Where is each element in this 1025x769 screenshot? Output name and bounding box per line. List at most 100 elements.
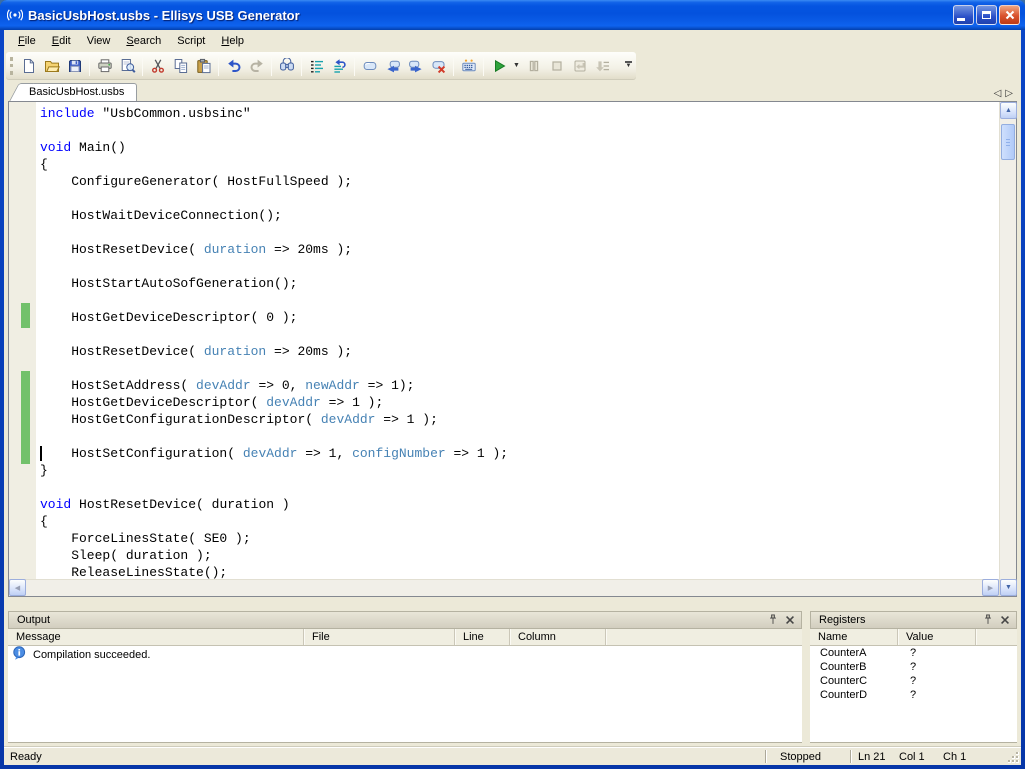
toolbar-separator (301, 56, 302, 76)
registers-list[interactable]: CounterA?CounterB?CounterC?CounterD? (810, 646, 1017, 743)
vertical-scroll-thumb[interactable] (1001, 124, 1015, 160)
register-row[interactable]: CounterD? (810, 688, 1017, 702)
code-line[interactable]: ReleaseLinesState(); (40, 564, 999, 579)
scroll-right-button[interactable]: ▶ (982, 579, 999, 596)
code-line[interactable]: { (40, 156, 999, 173)
code-line[interactable] (40, 360, 999, 377)
line-numbers-button[interactable] (305, 55, 328, 77)
code-line[interactable]: HostGetDeviceDescriptor( 0 ); (40, 309, 999, 326)
code-line[interactable] (40, 122, 999, 139)
tab-scroll-right-icon[interactable]: ▷ (1005, 88, 1017, 99)
code-line[interactable] (40, 479, 999, 496)
code-line[interactable]: HostSetAddress( devAddr => 0, newAddr =>… (40, 377, 999, 394)
code-line[interactable] (40, 326, 999, 343)
copy-button[interactable] (169, 55, 192, 77)
code-line[interactable]: HostWaitDeviceConnection(); (40, 207, 999, 224)
code-line[interactable]: HostGetConfigurationDescriptor( devAddr … (40, 411, 999, 428)
toolbar-grip[interactable] (10, 57, 13, 75)
output-pin-button[interactable] (765, 613, 780, 627)
menu-help[interactable]: Help (213, 32, 252, 50)
resize-grip[interactable] (1007, 751, 1019, 763)
code-line[interactable]: HostSetConfiguration( devAddr => 1, conf… (40, 445, 999, 462)
run-button[interactable] (487, 55, 510, 77)
code-line[interactable]: Sleep( duration ); (40, 547, 999, 564)
code-line[interactable]: HostResetDevice( duration => 20ms ); (40, 343, 999, 360)
code-line[interactable]: void HostResetDevice( duration ) (40, 496, 999, 513)
code-area[interactable]: include "UsbCommon.usbsinc" void Main(){… (9, 102, 999, 579)
output-close-button[interactable] (782, 613, 797, 627)
bookmark-clear-button[interactable] (427, 55, 450, 77)
parameter-token: devAddr (266, 395, 321, 410)
parameter-token: devAddr (196, 378, 251, 393)
scroll-up-button[interactable]: ▲ (1000, 102, 1017, 119)
toolbar-overflow-button[interactable]: ▼ (622, 55, 635, 74)
code-line[interactable]: HostStartAutoSofGeneration(); (40, 275, 999, 292)
tab-scroll-left-icon[interactable]: ◁ (994, 88, 1006, 99)
menu-script[interactable]: Script (169, 32, 213, 50)
vertical-scrollbar[interactable]: ▲ ▼ (999, 102, 1016, 596)
register-row[interactable]: CounterA? (810, 646, 1017, 660)
registers-pin-button[interactable] (980, 613, 995, 627)
bookmark-prev-button[interactable] (381, 55, 404, 77)
scroll-left-button[interactable]: ◀ (9, 579, 26, 596)
code-line[interactable] (40, 258, 999, 275)
pin-icon (766, 613, 780, 627)
output-row[interactable]: Compilation succeeded. (8, 646, 802, 662)
code-text: => 1); (360, 378, 415, 393)
register-row[interactable]: CounterC? (810, 674, 1017, 688)
code-line[interactable]: ForceLinesState( SE0 ); (40, 530, 999, 547)
code-line[interactable]: void Main() (40, 139, 999, 156)
new-file-button[interactable] (17, 55, 40, 77)
code-line[interactable]: ConfigureGenerator( HostFullSpeed ); (40, 173, 999, 190)
menu-search[interactable]: Search (118, 32, 169, 50)
menu-view[interactable]: View (79, 32, 119, 50)
minimize-button[interactable] (953, 5, 974, 25)
print-preview-button[interactable] (116, 55, 139, 77)
run-dropdown-arrow-icon[interactable]: ▼ (511, 62, 522, 69)
output-column-column[interactable]: Column (510, 629, 606, 645)
menu-edit[interactable]: Edit (44, 32, 79, 50)
open-file-button[interactable] (40, 55, 63, 77)
cut-button[interactable] (146, 55, 169, 77)
maximize-button[interactable] (976, 5, 997, 25)
register-row[interactable]: CounterB? (810, 660, 1017, 674)
close-button[interactable] (999, 5, 1020, 25)
registers-close-button[interactable] (997, 613, 1012, 627)
print-button[interactable] (93, 55, 116, 77)
tab-basicusbhost[interactable]: BasicUsbHost.usbs (20, 83, 137, 101)
scroll-down-button[interactable]: ▼ (1000, 579, 1017, 596)
paste-icon (196, 58, 212, 74)
menu-file[interactable]: File (10, 32, 44, 50)
code-line[interactable] (40, 224, 999, 241)
code-editor[interactable]: include "UsbCommon.usbsinc" void Main(){… (8, 101, 1017, 597)
paste-button[interactable] (192, 55, 215, 77)
code-line[interactable]: HostResetDevice( duration => 20ms ); (40, 241, 999, 258)
step-return-button (568, 55, 591, 77)
output-column-file[interactable]: File (304, 629, 455, 645)
parameter-token: newAddr (305, 378, 360, 393)
horizontal-scrollbar[interactable]: ◀ ▶ (9, 579, 999, 596)
code-line[interactable]: include "UsbCommon.usbsinc" (40, 105, 999, 122)
undo-button[interactable] (222, 55, 245, 77)
registers-column-value[interactable]: Value (898, 629, 976, 645)
code-line[interactable] (40, 428, 999, 445)
status-separator (765, 750, 766, 763)
goto-line-button[interactable] (328, 55, 351, 77)
save-button[interactable] (63, 55, 86, 77)
code-line[interactable]: { (40, 513, 999, 530)
code-line[interactable]: HostGetDeviceDescriptor( devAddr => 1 ); (40, 394, 999, 411)
virtual-keyboard-button[interactable] (457, 55, 480, 77)
code-text: Main() (71, 140, 126, 155)
code-line[interactable] (40, 190, 999, 207)
bookmark-next-button[interactable] (404, 55, 427, 77)
output-column-line[interactable]: Line (455, 629, 510, 645)
registers-column-name[interactable]: Name (810, 629, 898, 645)
output-list[interactable]: Compilation succeeded. (8, 646, 802, 743)
find-button[interactable] (275, 55, 298, 77)
line-numbers-icon (309, 58, 325, 74)
bookmark-toggle-button[interactable] (358, 55, 381, 77)
output-column-message[interactable]: Message (8, 629, 304, 645)
radio-signal-icon[interactable] (7, 7, 23, 23)
code-line[interactable] (40, 292, 999, 309)
code-line[interactable]: } (40, 462, 999, 479)
